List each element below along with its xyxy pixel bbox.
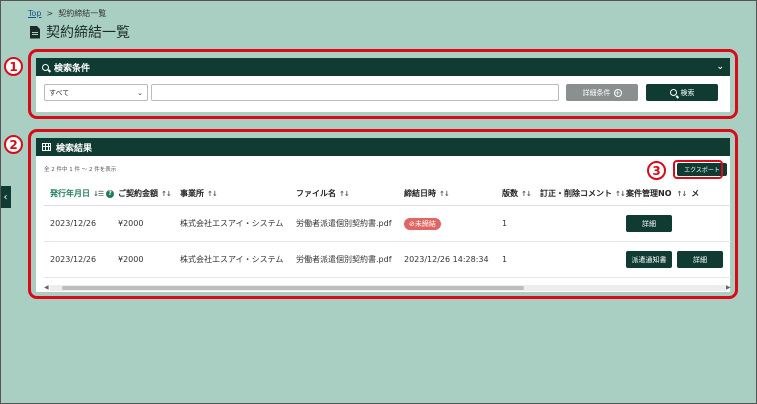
annotation-box-1 (28, 49, 738, 119)
document-icon (30, 25, 40, 39)
breadcrumb: Top > 契約締結一覧 (28, 8, 106, 19)
sidebar-toggle[interactable]: ‹ (0, 186, 11, 208)
page-title-text: 契約締結一覧 (46, 25, 130, 41)
annotation-box-3 (673, 160, 723, 179)
chevron-left-icon: ‹ (3, 191, 8, 203)
breadcrumb-current: 契約締結一覧 (58, 9, 107, 18)
breadcrumb-separator: > (46, 9, 54, 18)
annotation-badge-1: 1 (4, 57, 23, 76)
breadcrumb-home-link[interactable]: Top (28, 9, 42, 18)
annotation-badge-3: 3 (647, 161, 666, 180)
page-title: 契約締結一覧 (30, 22, 130, 42)
annotation-badge-2: 2 (4, 135, 23, 154)
annotation-box-2 (28, 129, 738, 299)
